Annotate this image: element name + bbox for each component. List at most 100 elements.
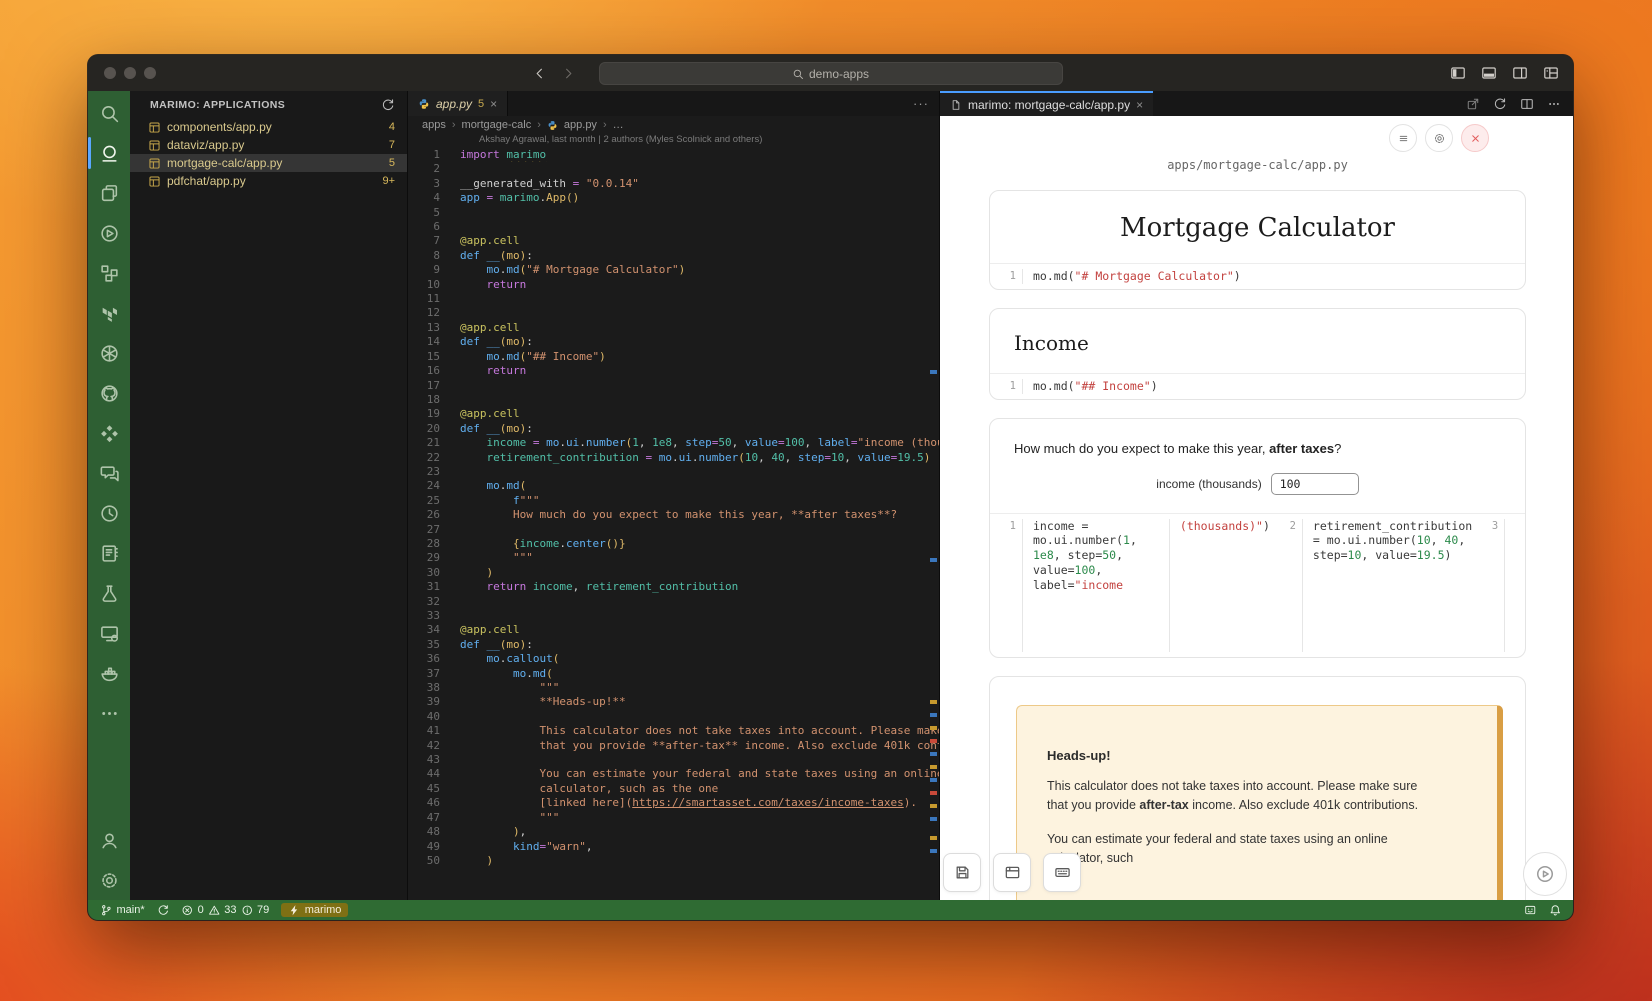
editor-tabs: app.py 5 × ··· [408, 91, 939, 116]
more-icon [99, 703, 120, 724]
run-cell-button[interactable] [1523, 852, 1567, 896]
webview-tabs: marimo: mortgage-calc/app.py × [940, 91, 1573, 116]
docker-icon [99, 663, 120, 684]
titlebar: demo-apps [88, 55, 1573, 91]
editor-code[interactable]: 1import marimo2 3__generated_with = "0.0… [408, 147, 939, 900]
split-editor-icon[interactable] [1520, 97, 1534, 111]
app-title: Mortgage Calculator [990, 191, 1525, 263]
cell-card-question: How much do you expect to make this year… [989, 418, 1526, 658]
open-external-icon[interactable] [1466, 97, 1480, 111]
activity-account[interactable] [88, 820, 130, 860]
traffic-lights[interactable] [104, 67, 156, 79]
close-icon[interactable]: × [1136, 99, 1143, 111]
layout-controls [1450, 65, 1559, 81]
toggle-secondary-sidebar-icon[interactable] [1512, 65, 1528, 81]
marimo-status-badge[interactable]: marimo [281, 903, 348, 918]
feedback-icon[interactable] [1524, 904, 1537, 917]
activity-marimo[interactable] [88, 133, 130, 173]
reload-icon[interactable] [1493, 97, 1507, 111]
marimo-file-icon [148, 157, 161, 170]
tab-app-py[interactable]: app.py 5 × [408, 91, 508, 116]
callout-paragraph-2: You can estimate your federal and state … [1047, 830, 1432, 869]
marimo-file-icon [148, 175, 161, 188]
app-file-path: apps/mortgage-calc/app.py [989, 158, 1526, 172]
refresh-icon[interactable] [381, 98, 395, 112]
cell-code[interactable]: 1mo.md("## Income") [990, 373, 1525, 399]
file-name: mortgage-calc/app.py [167, 156, 282, 170]
notebook-icon [99, 543, 120, 564]
breadcrumb-mortgage-calc[interactable]: mortgage-calc [462, 119, 532, 131]
git-branch-status[interactable]: main* [100, 904, 145, 917]
file-badge: 4 [389, 121, 395, 133]
activity-run[interactable] [88, 213, 130, 253]
keyboard-shortcuts-button[interactable] [1043, 853, 1081, 892]
activity-explorer[interactable] [88, 173, 130, 213]
sidebar-title: MARIMO: APPLICATIONS [150, 99, 285, 111]
save-button[interactable] [943, 853, 981, 892]
settings-button[interactable] [1425, 124, 1453, 152]
menu-button[interactable] [1389, 124, 1417, 152]
tab-actions-more[interactable]: ··· [913, 91, 939, 116]
sidebar-item-pdfchat[interactable]: pdfchat/app.py 9+ [130, 172, 407, 190]
activity-notebook[interactable] [88, 533, 130, 573]
python-icon [547, 120, 558, 131]
breadcrumb[interactable]: apps › mortgage-calc › app.py › … [408, 116, 939, 134]
cell-code[interactable]: 1income = mo.ui.number(1, 1e8, step=50, … [990, 513, 1525, 657]
sync-icon[interactable] [157, 904, 170, 917]
breadcrumb-file[interactable]: app.py [564, 119, 597, 131]
toggle-panel-icon[interactable] [1481, 65, 1497, 81]
file-badge: 9+ [382, 175, 395, 187]
sidebar-item-dataviz[interactable]: dataviz/app.py 7 [130, 136, 407, 154]
bell-icon[interactable] [1549, 904, 1562, 917]
income-input-label: income (thousands) [1156, 477, 1261, 491]
minimize-window-button[interactable] [124, 67, 136, 79]
activity-extensions[interactable] [88, 413, 130, 453]
activity-terraform[interactable] [88, 293, 130, 333]
tab-marimo-webview[interactable]: marimo: mortgage-calc/app.py × [940, 91, 1153, 116]
warning-callout: Heads-up! This calculator does not take … [1016, 705, 1503, 900]
activity-settings[interactable] [88, 860, 130, 900]
command-center-search[interactable]: demo-apps [599, 62, 1063, 85]
comments-icon [99, 463, 120, 484]
save-icon [954, 864, 971, 881]
sidebar-item-components[interactable]: components/app.py 4 [130, 118, 407, 136]
customize-layout-icon[interactable] [1543, 65, 1559, 81]
more-actions-icon[interactable] [1547, 97, 1561, 111]
tab-problem-badge: 5 [478, 98, 484, 110]
breadcrumb-symbol[interactable]: … [613, 119, 624, 131]
back-icon[interactable] [532, 66, 547, 81]
activity-comments[interactable] [88, 453, 130, 493]
zoom-window-button[interactable] [144, 67, 156, 79]
marimo-file-icon [148, 121, 161, 134]
file-icon [950, 99, 962, 111]
activity-search[interactable] [88, 93, 130, 133]
activity-testing[interactable] [88, 573, 130, 613]
error-icon [181, 904, 194, 917]
activity-docker[interactable] [88, 653, 130, 693]
close-window-button[interactable] [104, 67, 116, 79]
activity-more[interactable] [88, 693, 130, 733]
close-icon[interactable]: × [490, 98, 497, 110]
forward-icon[interactable] [561, 66, 576, 81]
cell-code[interactable]: 1mo.md("# Mortgage Calculator") [990, 263, 1525, 289]
marimo-app-content: apps/mortgage-calc/app.py Mortgage Calcu… [989, 116, 1526, 900]
activity-remote[interactable] [88, 613, 130, 653]
sidebar-header: MARIMO: APPLICATIONS [130, 91, 407, 118]
chevron-right-icon: › [537, 119, 541, 131]
git-branch-icon [100, 904, 113, 917]
sidebar-item-mortgage-calc[interactable]: mortgage-calc/app.py 5 [130, 154, 407, 172]
vscode-window: demo-apps [88, 55, 1573, 920]
open-window-button[interactable] [993, 853, 1031, 892]
breadcrumb-apps[interactable]: apps [422, 119, 446, 131]
problems-status[interactable]: 0 33 79 [181, 904, 269, 917]
toggle-sidebar-icon[interactable] [1450, 65, 1466, 81]
activity-bar [88, 91, 130, 900]
activity-github[interactable] [88, 373, 130, 413]
activity-symbols[interactable] [88, 253, 130, 293]
activity-peacock[interactable] [88, 333, 130, 373]
activity-timeline[interactable] [88, 493, 130, 533]
history-nav [532, 66, 576, 81]
income-number-input[interactable]: 100 [1271, 473, 1359, 495]
shutdown-button[interactable] [1461, 124, 1489, 152]
file-name: dataviz/app.py [167, 138, 244, 152]
